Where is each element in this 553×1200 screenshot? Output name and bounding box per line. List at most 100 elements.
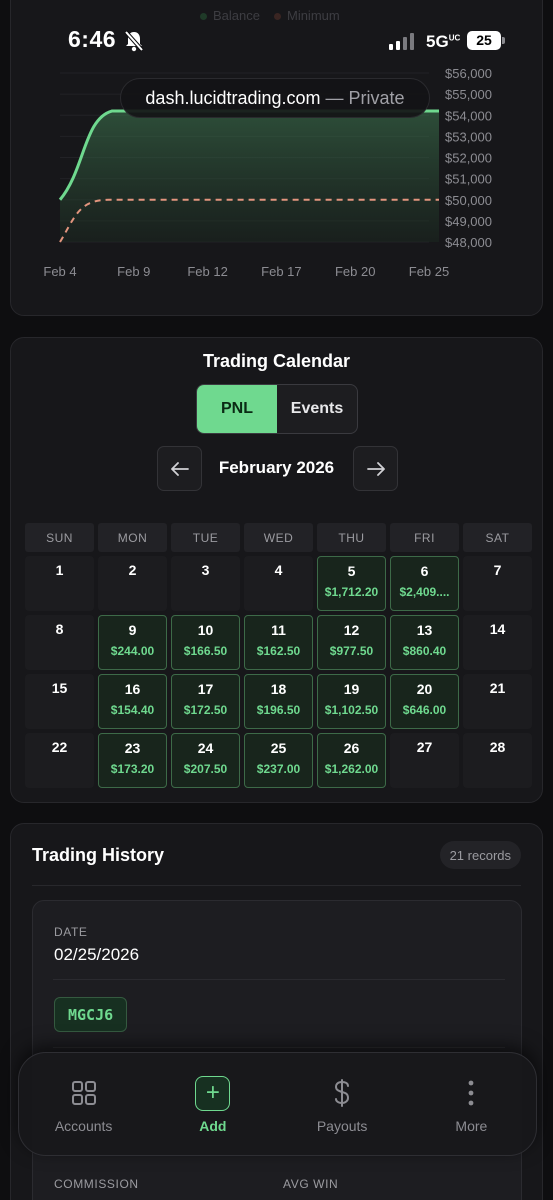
day-number: 10 bbox=[197, 622, 214, 638]
calendar-day[interactable]: 14 bbox=[463, 615, 532, 670]
day-number: 11 bbox=[271, 622, 286, 638]
day-pnl-value: $237.00 bbox=[256, 762, 301, 776]
day-pnl-value: $977.50 bbox=[329, 644, 374, 658]
day-number: 18 bbox=[270, 681, 287, 697]
nav-accounts[interactable]: Accounts bbox=[19, 1053, 148, 1155]
calendar-grid: SUN MON TUE WED THU FRI SAT 1 2 3 4 5 $1,712.20 6 $2,4… bbox=[25, 523, 532, 788]
calendar-day[interactable]: 3 bbox=[171, 556, 240, 611]
day-number: 9 bbox=[128, 622, 137, 638]
day-number: 24 bbox=[197, 740, 214, 756]
day-pnl-value: $2,409.... bbox=[399, 585, 450, 599]
calendar-day[interactable]: 22 bbox=[25, 733, 94, 788]
grid-icon bbox=[71, 1074, 97, 1112]
nav-accounts-label: Accounts bbox=[54, 1118, 113, 1134]
day-pnl-value: $1,712.20 bbox=[324, 585, 379, 599]
calendar-day[interactable]: 6 $2,409.... bbox=[390, 556, 459, 611]
calendar-day[interactable]: 2 bbox=[98, 556, 167, 611]
day-number: 12 bbox=[343, 622, 360, 638]
nav-add-label: Add bbox=[199, 1118, 227, 1134]
y-tick-label: $53,000 bbox=[445, 129, 492, 144]
next-month-button[interactable] bbox=[353, 446, 398, 491]
calendar-day[interactable]: 19 $1,102.50 bbox=[317, 674, 386, 729]
nav-add[interactable]: + Add bbox=[148, 1053, 277, 1155]
arrow-right-icon bbox=[366, 461, 385, 476]
day-number: 27 bbox=[416, 739, 433, 755]
tab-events[interactable]: Events bbox=[277, 385, 357, 433]
day-pnl-value: $166.50 bbox=[183, 644, 228, 658]
url-bar[interactable]: dash.lucidtrading.com — Private bbox=[120, 78, 430, 118]
y-tick-label: $54,000 bbox=[445, 108, 492, 123]
bottom-navigation: Accounts + Add Payouts More bbox=[18, 1052, 537, 1156]
bell-muted-icon bbox=[124, 30, 144, 52]
calendar-day[interactable]: 1 bbox=[25, 556, 94, 611]
date-value: 02/25/2026 bbox=[54, 945, 140, 964]
calendar-day[interactable]: 15 bbox=[25, 674, 94, 729]
calendar-day[interactable]: 9 $244.00 bbox=[98, 615, 167, 670]
weekday-header: SAT bbox=[463, 523, 532, 552]
day-number: 20 bbox=[416, 681, 433, 697]
x-tick-label: Feb 17 bbox=[261, 264, 301, 279]
calendar-day[interactable]: 10 $166.50 bbox=[171, 615, 240, 670]
calendar-day[interactable]: 26 $1,262.00 bbox=[317, 733, 386, 788]
nav-payouts[interactable]: Payouts bbox=[278, 1053, 407, 1155]
calendar-title: Trading Calendar bbox=[202, 351, 351, 371]
day-pnl-value: $1,262.00 bbox=[324, 762, 379, 776]
weekday-header: SUN bbox=[25, 523, 94, 552]
calendar-day[interactable]: 18 $196.50 bbox=[244, 674, 313, 729]
calendar-day[interactable]: 5 $1,712.20 bbox=[317, 556, 386, 611]
symbol-badge: MGCJ6 bbox=[54, 997, 128, 1032]
calendar-day[interactable]: 16 $154.40 bbox=[98, 674, 167, 729]
day-pnl-value: $154.40 bbox=[110, 703, 155, 717]
calendar-day[interactable]: 20 $646.00 bbox=[390, 674, 459, 729]
calendar-day[interactable]: 11 $162.50 bbox=[244, 615, 313, 670]
battery-icon: 25 bbox=[467, 31, 501, 50]
weekday-header: THU bbox=[317, 523, 386, 552]
calendar-day[interactable]: 21 bbox=[463, 674, 532, 729]
day-number: 6 bbox=[420, 563, 429, 579]
calendar-day[interactable]: 23 $173.20 bbox=[98, 733, 167, 788]
day-number: 22 bbox=[51, 739, 68, 755]
calendar-day[interactable]: 7 bbox=[463, 556, 532, 611]
calendar-day[interactable]: 28 bbox=[463, 733, 532, 788]
calendar-day[interactable]: 8 bbox=[25, 615, 94, 670]
day-number: 15 bbox=[51, 680, 68, 696]
history-title: Trading History bbox=[32, 845, 165, 865]
day-pnl-value: $860.40 bbox=[402, 644, 447, 658]
status-bar: Balance Minimum 6:46 5GUC 25 bbox=[0, 0, 553, 84]
calendar-day[interactable]: 24 $207.50 bbox=[171, 733, 240, 788]
calendar-day[interactable]: 13 $860.40 bbox=[390, 615, 459, 670]
balance-dot-icon bbox=[200, 13, 207, 21]
day-number: 16 bbox=[124, 681, 141, 697]
record-divider bbox=[53, 979, 505, 980]
network-sup: UC bbox=[448, 33, 461, 43]
day-number: 28 bbox=[489, 739, 506, 755]
day-number: 19 bbox=[343, 681, 360, 697]
weekday-header: FRI bbox=[390, 523, 459, 552]
x-tick-label: Feb 4 bbox=[43, 264, 76, 279]
calendar-day[interactable]: 4 bbox=[244, 556, 313, 611]
nav-more[interactable]: More bbox=[407, 1053, 536, 1155]
day-pnl-value: $207.50 bbox=[183, 762, 228, 776]
day-pnl-value: $196.50 bbox=[256, 703, 301, 717]
calendar-view-toggle: PNL Events bbox=[196, 384, 358, 434]
calendar-day[interactable]: 12 $977.50 bbox=[317, 615, 386, 670]
y-tick-label: $49,000 bbox=[445, 214, 492, 229]
calendar-day[interactable]: 27 bbox=[390, 733, 459, 788]
x-tick-label: Feb 20 bbox=[335, 264, 375, 279]
plus-icon: + bbox=[195, 1074, 231, 1112]
calendar-day[interactable]: 25 $237.00 bbox=[244, 733, 313, 788]
avg-win-label: AVG WIN bbox=[283, 1177, 339, 1191]
day-number: 2 bbox=[128, 562, 137, 578]
day-pnl-value: $646.00 bbox=[402, 703, 447, 717]
battery-tip bbox=[502, 37, 505, 44]
url-host: dash.lucidtrading.com bbox=[145, 87, 321, 108]
dollar-icon bbox=[332, 1074, 352, 1112]
weekday-header: MON bbox=[98, 523, 167, 552]
status-time: 6:46 bbox=[68, 26, 117, 52]
day-number: 26 bbox=[343, 740, 360, 756]
private-mode-label: Private bbox=[348, 87, 405, 108]
tab-pnl[interactable]: PNL bbox=[197, 385, 277, 433]
day-number: 4 bbox=[274, 562, 283, 578]
weekday-header: TUE bbox=[171, 523, 240, 552]
calendar-day[interactable]: 17 $172.50 bbox=[171, 674, 240, 729]
